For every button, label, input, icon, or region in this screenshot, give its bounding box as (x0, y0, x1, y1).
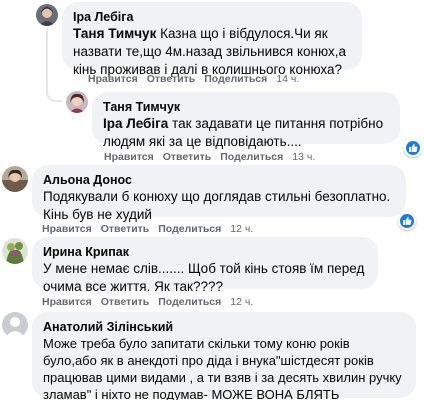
comment-actions: Нравится Ответить Поделиться 13 ч. (104, 151, 315, 163)
avatar[interactable] (66, 91, 88, 113)
comment-author[interactable]: Анатолий Зілінський (43, 319, 405, 335)
comment-author[interactable]: Альона Донос (43, 172, 395, 188)
like-button[interactable]: Нравится (104, 151, 154, 163)
thread-elbow (46, 84, 62, 102)
like-icon (400, 214, 414, 228)
comment-bubble: Таня Тимчук Іра Лебіга так задавати це п… (92, 92, 400, 149)
comment-actions: Нравится Ответить Поделиться 14 ч. (88, 73, 299, 85)
share-button[interactable]: Поделиться (220, 151, 283, 163)
thread-line (46, 28, 48, 86)
comment-time[interactable]: 12 ч. (230, 223, 253, 235)
reaction-badge[interactable] (404, 139, 422, 157)
avatar[interactable] (2, 238, 28, 264)
avatar[interactable] (36, 4, 58, 26)
share-button[interactable]: Поделиться (158, 223, 221, 235)
avatar[interactable] (2, 166, 28, 192)
comment-time[interactable]: 12 ч. (230, 296, 253, 308)
comment-actions: Нравится Ответить Поделиться 12 ч. (42, 223, 253, 235)
comment-actions: Нравится Ответить Поделиться 12 ч. (42, 296, 253, 308)
mention-tag[interactable]: Таня Тимчук (73, 26, 156, 41)
share-button[interactable]: Поделиться (158, 296, 221, 308)
reply-button[interactable]: Ответить (101, 223, 150, 235)
comment-time[interactable]: 13 ч. (292, 151, 315, 163)
comment-text: Таня Тимчук Казна що і вібдулося.Чи як н… (73, 25, 351, 79)
comment-bubble: Ирина Крипак У мене немає слів....... Що… (32, 237, 378, 294)
like-button[interactable]: Нравится (42, 223, 92, 235)
comment-text: Подякували б конюху що доглядав стильні … (43, 189, 391, 222)
like-icon (406, 141, 420, 155)
like-button[interactable]: Нравится (88, 73, 138, 85)
comment-author[interactable]: Ирина Крипак (43, 244, 367, 260)
comment-author[interactable]: Іра Лебіга (73, 9, 351, 25)
comment-text: У мене немає слів....... Щоб той кінь ст… (43, 261, 365, 294)
comment-bubble: Анатолий Зілінський Може треба було запи… (32, 312, 416, 400)
comment-bubble: Альона Донос Подякували б конюху що догл… (32, 165, 406, 222)
reaction-badge[interactable] (398, 212, 416, 230)
comment-text: Може треба було запитати скільки тому ко… (43, 336, 402, 400)
reply-button[interactable]: Ответить (101, 296, 150, 308)
share-button[interactable]: Поделиться (204, 73, 267, 85)
comment-text: Іра Лебіга так задавати це питання потрі… (103, 115, 389, 151)
avatar[interactable] (2, 312, 28, 338)
comment-author[interactable]: Таня Тимчук (103, 99, 389, 115)
like-button[interactable]: Нравится (42, 296, 92, 308)
reply-button[interactable]: Ответить (163, 151, 212, 163)
mention-tag[interactable]: Іра Лебіга (103, 116, 168, 131)
comment-time[interactable]: 14 ч. (276, 73, 299, 85)
comment-bubble: Іра Лебіга Таня Тимчук Казна що і вібдул… (62, 2, 362, 77)
reply-button[interactable]: Ответить (147, 73, 196, 85)
